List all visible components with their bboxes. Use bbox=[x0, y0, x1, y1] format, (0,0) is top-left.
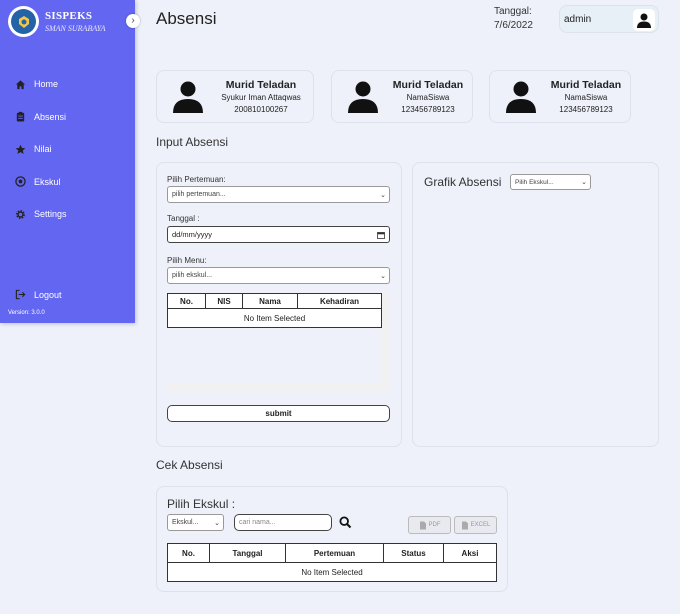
version-text: Version: 3.0.0 bbox=[8, 310, 45, 316]
sidebar-item-absensi[interactable]: Absensi bbox=[15, 101, 67, 134]
user-avatar-icon bbox=[633, 9, 655, 31]
empty-row: No Item Selected bbox=[167, 562, 497, 582]
table-header: No. bbox=[167, 293, 206, 309]
absensi-input-table: No. NIS Nama Kehadiran No Item Selected bbox=[167, 293, 382, 328]
grafik-absensi-panel bbox=[412, 162, 659, 447]
pertemuan-value: pilih pertemuan... bbox=[172, 191, 226, 198]
sidebar-item-label: Absensi bbox=[34, 111, 67, 122]
gear-icon bbox=[16, 209, 25, 219]
student-name: NamaSiswa bbox=[564, 92, 608, 102]
student-name: NamaSiswa bbox=[406, 92, 450, 102]
table-header: NIS bbox=[205, 293, 243, 309]
grafik-title: Grafik Absensi bbox=[424, 175, 502, 189]
date-display: Tanggal: 7/6/2022 bbox=[494, 5, 533, 33]
clipboard-icon bbox=[16, 112, 25, 122]
sidebar-item-label: Settings bbox=[34, 209, 67, 220]
user-menu[interactable]: admin bbox=[559, 5, 659, 33]
pilih-ekskul-label: Pilih Ekskul : bbox=[167, 497, 236, 511]
student-id: 123456789123 bbox=[559, 104, 613, 114]
user-icon bbox=[506, 81, 536, 113]
sidebar-item-label: Home bbox=[34, 79, 59, 90]
tanggal-label: Tanggal : bbox=[167, 214, 200, 223]
table-header: Aksi bbox=[443, 543, 497, 563]
cek-absensi-table: No. Tanggal Pertemuan Status Aksi No Ite… bbox=[167, 543, 497, 582]
sidebar-nav: Home Absensi Nilai Ekskul Settings bbox=[15, 68, 67, 231]
ekskul-menu-select[interactable]: pilih ekskul... ⌄ bbox=[167, 267, 390, 284]
star-icon bbox=[15, 144, 26, 154]
absensi-table-scroll[interactable]: No. NIS Nama Kehadiran No Item Selected bbox=[167, 293, 390, 391]
sidebar-item-home[interactable]: Home bbox=[15, 68, 67, 101]
chevron-right-icon: › bbox=[131, 15, 135, 26]
date-value: 7/6/2022 bbox=[494, 20, 533, 31]
table-header: Kehadiran bbox=[297, 293, 382, 309]
student-name: Syukur Iman Attaqwas bbox=[221, 92, 301, 102]
logout-button[interactable]: Logout bbox=[15, 289, 62, 300]
table-header: Status bbox=[383, 543, 444, 563]
brand-title: SISPEKS bbox=[45, 9, 93, 22]
chevron-down-icon: ⌄ bbox=[380, 191, 386, 199]
export-excel-button[interactable]: EXCEL bbox=[454, 516, 497, 534]
student-title: Murid Teladan bbox=[225, 78, 297, 91]
search-icon[interactable] bbox=[339, 516, 352, 529]
user-icon bbox=[173, 81, 203, 113]
table-header: Nama bbox=[242, 293, 298, 309]
tanggal-input[interactable]: dd/mm/yyyy bbox=[167, 226, 390, 243]
brand-subtitle: SMAN SURABAYA bbox=[45, 23, 106, 33]
school-logo-icon bbox=[8, 6, 39, 37]
student-title: Murid Teladan bbox=[550, 78, 622, 91]
vertical-scrollbar[interactable] bbox=[382, 293, 390, 391]
sidebar: SISPEKS SMAN SURABAYA Home Absensi Nilai… bbox=[0, 0, 135, 323]
student-card: Murid Teladan Syukur Iman Attaqwas 20081… bbox=[156, 70, 314, 123]
brand[interactable]: SISPEKS SMAN SURABAYA bbox=[8, 6, 106, 37]
user-icon bbox=[348, 81, 378, 113]
pertemuan-select[interactable]: pilih pertemuan... ⌄ bbox=[167, 186, 390, 203]
empty-row: No Item Selected bbox=[167, 308, 382, 328]
pdf-label: PDF bbox=[428, 522, 441, 528]
student-id: 200810100267 bbox=[234, 104, 288, 114]
student-card: Murid Teladan NamaSiswa 123456789123 bbox=[489, 70, 631, 123]
grafik-ekskul-select[interactable]: Pilih Ekskul... ⌄ bbox=[510, 174, 591, 190]
submit-button[interactable]: submit bbox=[167, 405, 390, 422]
grafik-select-value: Pilih Ekskul... bbox=[515, 178, 554, 186]
collapse-sidebar-button[interactable]: › bbox=[126, 14, 140, 28]
table-header: Tanggal bbox=[209, 543, 286, 563]
student-title: Murid Teladan bbox=[392, 78, 464, 91]
menu-label: Pilih Menu: bbox=[167, 256, 207, 265]
student-card: Murid Teladan NamaSiswa 123456789123 bbox=[331, 70, 473, 123]
horizontal-scrollbar[interactable] bbox=[167, 384, 382, 391]
file-icon bbox=[461, 521, 468, 529]
chevron-down-icon: ⌄ bbox=[380, 272, 386, 280]
export-pdf-button[interactable]: PDF bbox=[408, 516, 451, 534]
search-placeholder: cari nama... bbox=[239, 519, 276, 526]
pertemuan-label: Pilih Pertemuan: bbox=[167, 175, 226, 184]
ball-icon bbox=[15, 176, 26, 187]
username: admin bbox=[564, 13, 592, 25]
file-icon bbox=[419, 521, 426, 529]
calendar-icon bbox=[377, 232, 385, 239]
cek-select-value: Ekskul... bbox=[172, 519, 199, 526]
page-title: Absensi bbox=[156, 9, 217, 28]
sidebar-item-ekskul[interactable]: Ekskul bbox=[15, 166, 67, 199]
sidebar-item-label: Ekskul bbox=[34, 176, 61, 187]
home-icon bbox=[15, 80, 26, 89]
sidebar-item-settings[interactable]: Settings bbox=[15, 198, 67, 231]
chevron-down-icon: ⌄ bbox=[581, 179, 587, 186]
tanggal-value: dd/mm/yyyy bbox=[172, 230, 213, 239]
table-header: No. bbox=[167, 543, 210, 563]
cek-absensi-heading: Cek Absensi bbox=[156, 458, 223, 472]
excel-label: EXCEL bbox=[470, 522, 491, 528]
date-label: Tanggal: bbox=[494, 6, 532, 17]
search-input[interactable]: cari nama... bbox=[234, 514, 332, 531]
sidebar-item-nilai[interactable]: Nilai bbox=[15, 133, 67, 166]
sidebar-item-label: Nilai bbox=[34, 144, 52, 155]
input-absensi-heading: Input Absensi bbox=[156, 135, 229, 149]
student-id: 123456789123 bbox=[401, 104, 455, 114]
chevron-down-icon: ⌄ bbox=[214, 519, 220, 527]
menu-value: pilih ekskul... bbox=[172, 272, 213, 279]
cek-ekskul-select[interactable]: Ekskul... ⌄ bbox=[167, 514, 224, 531]
table-header: Pertemuan bbox=[285, 543, 384, 563]
logout-icon bbox=[15, 289, 26, 300]
logout-label: Logout bbox=[34, 289, 62, 300]
